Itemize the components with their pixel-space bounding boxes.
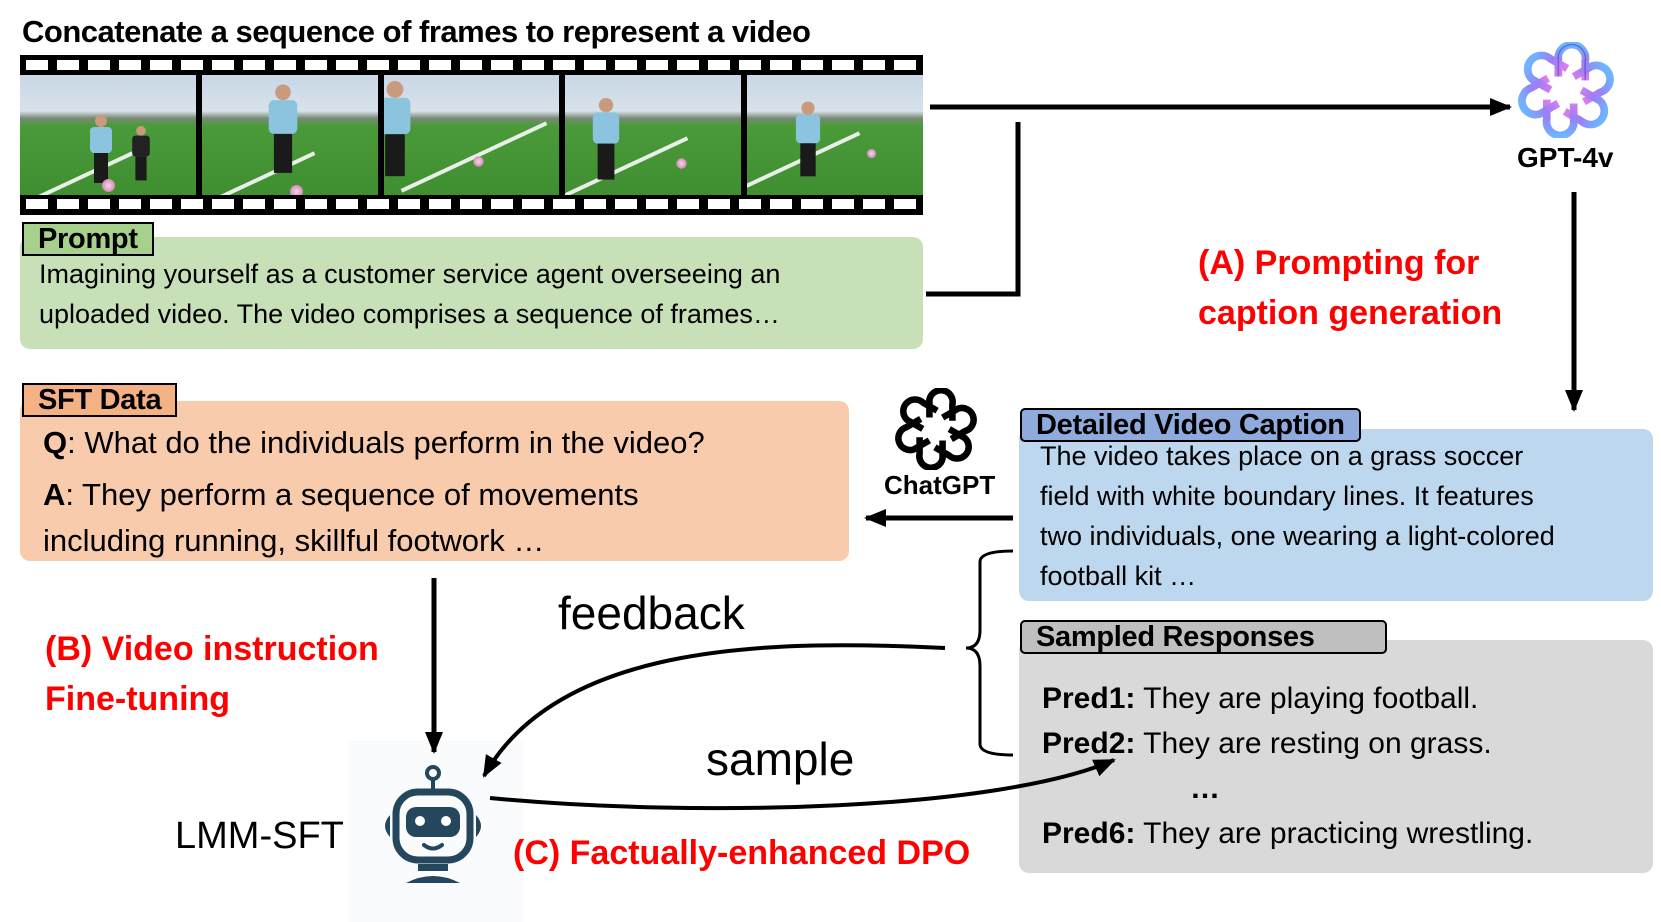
arrow-model-to-samples [489,758,1116,811]
connector-overlay [425,98,1583,811]
connector-prompt-to-arrow [926,122,1021,297]
arrow-feedback-to-model [482,643,946,778]
brace-caption-and-samples [965,549,1014,757]
